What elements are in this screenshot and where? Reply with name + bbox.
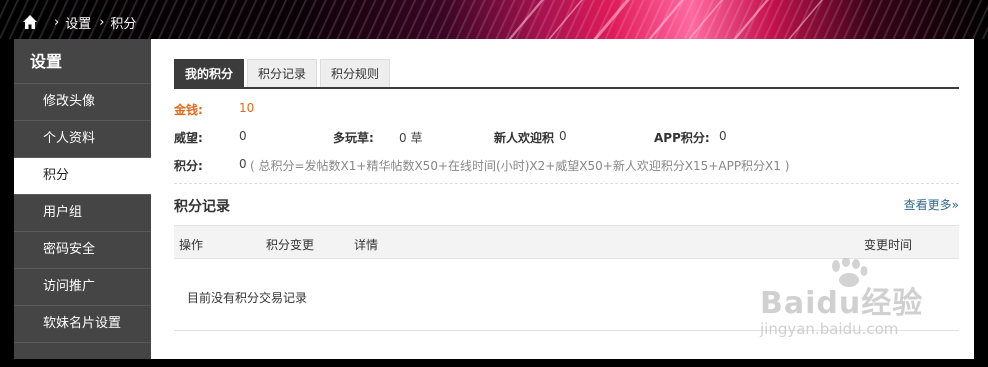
- app-points-label: APP积分:: [654, 131, 710, 145]
- tab-points-rules[interactable]: 积分规则: [320, 59, 391, 87]
- points-value: 0: [239, 157, 247, 171]
- breadcrumb-separator: ›: [54, 14, 60, 30]
- content-frame: 设置 修改头像 个人资料 积分 用户组 密码安全 访问推广 软妹名片设置 我的积…: [14, 39, 974, 359]
- sidebar-item-avatar[interactable]: 修改头像: [14, 84, 151, 121]
- tab-bar: 我的积分 积分记录 积分规则: [174, 59, 393, 88]
- banner-streak: [530, 0, 592, 39]
- prestige-value: 0: [239, 129, 247, 143]
- tab-my-points[interactable]: 我的积分: [174, 59, 245, 87]
- sidebar-title: 设置: [14, 39, 151, 84]
- tab-points-records[interactable]: 积分记录: [247, 59, 318, 87]
- breadcrumb-item-settings[interactable]: 设置: [65, 13, 91, 32]
- view-more-link[interactable]: 查看更多»: [904, 196, 959, 213]
- home-icon[interactable]: [22, 14, 38, 30]
- app-points-value: 0: [719, 129, 727, 143]
- breadcrumb-separator: ›: [99, 14, 105, 30]
- table-bottom-border: [174, 330, 959, 331]
- sidebar-item-namecard-settings[interactable]: 软妹名片设置: [14, 306, 151, 343]
- points-formula: ( 总积分=发帖数X1+精华帖数X50+在线时间(小时)X2+威望X50+新人欢…: [250, 159, 790, 173]
- column-header-action: 操作: [179, 238, 204, 252]
- records-empty-message: 目前没有积分交易记录: [187, 291, 308, 305]
- banner-streak: [670, 0, 732, 39]
- welcome-value: 0: [559, 129, 567, 143]
- gold-value: 10: [239, 101, 255, 115]
- banner-streak: [630, 0, 693, 39]
- breadcrumb-item-points[interactable]: 积分: [110, 13, 136, 32]
- column-header-points-change: 积分变更: [266, 238, 315, 252]
- points-row: 积分: 0 ( 总积分=发帖数X1+精华帖数X50+在线时间(小时)X2+威望X…: [174, 157, 959, 173]
- records-table-header: 操作 积分变更 详情 变更时间: [174, 225, 959, 259]
- breadcrumb: › 设置 › 积分: [22, 12, 136, 32]
- stats-row: 威望: 0 多玩草: 0 草 新人欢迎积 0 APP积分: 0: [174, 129, 959, 145]
- prestige-label: 威望:: [174, 131, 203, 145]
- welcome-label: 新人欢迎积: [494, 131, 555, 145]
- header-banner: › 设置 › 积分: [0, 0, 988, 39]
- sidebar-item-usergroup[interactable]: 用户组: [14, 195, 151, 232]
- divider: [174, 183, 959, 184]
- points-label: 积分:: [174, 159, 203, 173]
- banner-streak: [715, 0, 778, 39]
- grass-label: 多玩草:: [333, 131, 374, 145]
- sidebar-item-promotion[interactable]: 访问推广: [14, 269, 151, 306]
- grass-value: 0 草: [399, 131, 423, 145]
- sidebar-item-profile[interactable]: 个人资料: [14, 121, 151, 158]
- sidebar-item-points[interactable]: 积分: [14, 158, 151, 195]
- main-panel: 我的积分 积分记录 积分规则 金钱: 10 威望: 0 多玩草: 0 草 新人欢…: [164, 39, 959, 359]
- column-header-change-time: 变更时间: [864, 238, 913, 252]
- tab-underline: [174, 87, 959, 89]
- banner-streak: [770, 0, 832, 39]
- gold-label: 金钱:: [174, 103, 203, 117]
- banner-streak: [490, 0, 553, 39]
- column-header-details: 详情: [354, 238, 379, 252]
- records-title: 积分记录: [174, 199, 230, 215]
- sidebar: 设置 修改头像 个人资料 积分 用户组 密码安全 访问推广 软妹名片设置: [14, 39, 151, 359]
- sidebar-item-password-security[interactable]: 密码安全: [14, 232, 151, 269]
- banner-streak: [575, 0, 639, 39]
